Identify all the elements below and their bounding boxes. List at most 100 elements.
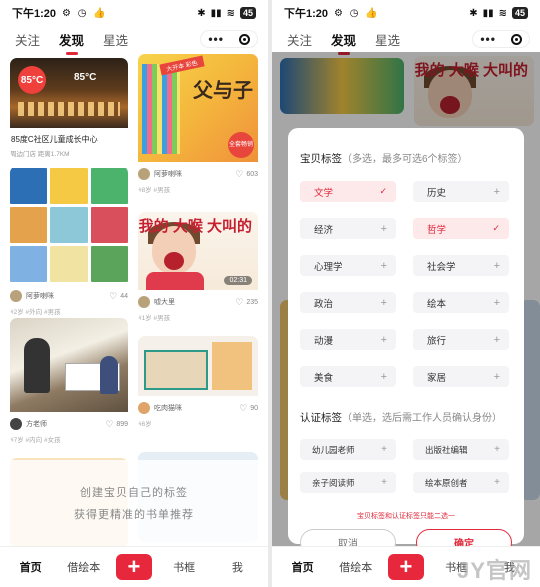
baby-tag-option[interactable]: 旅行 +: [413, 329, 509, 350]
plus-button[interactable]: +: [387, 554, 424, 580]
baby-tag-option[interactable]: 政治 +: [300, 292, 396, 313]
tabbar-home[interactable]: 首页: [282, 559, 324, 575]
avatar[interactable]: [138, 168, 150, 180]
miniapp-capsule: •••: [472, 30, 530, 48]
baby-tag-option[interactable]: 美食 +: [300, 366, 396, 387]
like-button[interactable]: ♡ 899: [105, 419, 128, 430]
post-meta: 方老师 ♡ 899: [10, 418, 128, 430]
battery-icon: 45: [239, 7, 256, 19]
plus-icon: +: [493, 370, 500, 383]
close-miniapp-icon[interactable]: [238, 33, 250, 45]
dad-book-card[interactable]: 大开本 彩色 父与子 全套畅销 阿萝喇咪 ♡ 603 #8岁 #男孩: [138, 54, 258, 194]
baby-tag-option[interactable]: 绘本 +: [413, 292, 509, 313]
tag-label: 家居: [427, 372, 447, 384]
tab-featured[interactable]: 星选: [103, 30, 128, 49]
book-title: 父与子: [193, 80, 253, 102]
baby-tags-heading: 宝贝标签（多选，最多可选6个标签）: [300, 153, 468, 165]
baby-tag-option[interactable]: 历史 +: [413, 181, 509, 202]
screenshot-root: 下午1:20 ⚙ ◷ 👍 ✱ ▮▮ ≋ 45 关注 发现 星选 ••• 85°C…: [0, 0, 540, 587]
like-count: 235: [246, 298, 258, 306]
cert-label: 出版社编辑: [425, 444, 468, 455]
tag-label: 旅行: [427, 335, 447, 347]
plus-icon: +: [381, 444, 387, 455]
more-icon[interactable]: •••: [480, 32, 496, 46]
post-user[interactable]: 嘘大里: [154, 297, 175, 307]
exclusive-warning: 宝贝标签和认证标签只能二选一: [357, 513, 455, 520]
heart-icon: ♡: [105, 418, 114, 429]
plus-button[interactable]: +: [115, 554, 152, 580]
tag-label: 社会学: [427, 261, 456, 273]
baby-tag-option[interactable]: 心理学 +: [300, 255, 396, 276]
post-user[interactable]: 阿萝喇咪: [26, 291, 54, 301]
tab-featured[interactable]: 星选: [375, 30, 400, 49]
like-button[interactable]: ♡ 44: [109, 291, 128, 302]
plus-icon: +: [493, 333, 500, 346]
like-button[interactable]: ♡ 235: [235, 297, 258, 308]
cert-tag-option[interactable]: 亲子阅读师 +: [300, 472, 396, 493]
status-time: 下午1:20: [12, 8, 57, 20]
avatar[interactable]: [138, 296, 150, 308]
baby-tag-option[interactable]: 动漫 +: [300, 329, 396, 350]
discover-screen: 下午1:20 ⚙ ◷ 👍 ✱ ▮▮ ≋ 45 关注 发现 星选 ••• 85°C…: [0, 0, 268, 587]
baby-tag-option[interactable]: 文学 ✓: [300, 181, 396, 202]
post-user[interactable]: 阿萝喇咪: [154, 169, 182, 179]
status-bar: 下午1:20 ⚙ ◷ 👍 ✱ ▮▮ ≋ 45: [272, 0, 540, 26]
books-post-card[interactable]: 阿萝喇咪 ♡ 44 #2岁 #外向 #男孩: [10, 166, 128, 316]
signal-icon: ▮▮: [482, 7, 494, 19]
tag-label: 历史: [427, 187, 447, 199]
check-icon: ✓: [492, 223, 500, 233]
store-logo: 85°C: [18, 66, 46, 94]
tabbar-me[interactable]: 我: [216, 559, 258, 575]
tab-follow[interactable]: 关注: [287, 30, 312, 49]
tab-discover[interactable]: 发现: [59, 30, 84, 55]
tag-label: 绘本: [427, 298, 447, 310]
tag-picker-dialog: 宝贝标签（多选，最多可选6个标签） 文学 ✓ 历史 + 经济 + 哲学 ✓ 心理学 + 社会学 + 政治…: [288, 128, 524, 556]
create-tag-promo[interactable]: 创建宝贝自己的标签 获得更精准的书单推荐: [0, 460, 268, 546]
tab-follow[interactable]: 关注: [15, 30, 40, 49]
more-icon[interactable]: •••: [208, 32, 224, 46]
promo-line-1: 创建宝贝自己的标签: [80, 487, 188, 499]
tabbar-shelf[interactable]: 书框: [163, 559, 205, 575]
avatar[interactable]: [138, 402, 150, 414]
store-distance: 周边门店 距离1.7KM: [10, 151, 70, 158]
tab-discover[interactable]: 发现: [331, 30, 356, 55]
bluetooth-icon: ✱: [197, 7, 206, 19]
tabbar-home[interactable]: 首页: [10, 559, 52, 575]
post-user[interactable]: 方老师: [26, 419, 47, 429]
baby-tag-grid: 文学 ✓ 历史 + 经济 + 哲学 ✓ 心理学 + 社会学 + 政治 + 绘本 + 动漫 + 旅行 + 美食 + 家居 +: [300, 181, 512, 387]
tag-label: 文学: [314, 187, 334, 199]
battery-icon: 45: [511, 7, 528, 19]
baby-tag-option[interactable]: 家居 +: [413, 366, 509, 387]
miniapp-capsule: •••: [200, 30, 258, 48]
post-user[interactable]: 吃肉猫咪: [154, 403, 182, 413]
post-meta: 阿萝喇咪 ♡ 603: [138, 168, 258, 180]
like-button[interactable]: ♡ 90: [239, 403, 258, 414]
like-count: 44: [120, 292, 128, 300]
baby-tag-option[interactable]: 社会学 +: [413, 255, 509, 276]
tag-label: 哲学: [427, 224, 447, 236]
post-tags: #7岁 #内向 #女孩: [10, 437, 61, 444]
plus-icon: +: [380, 333, 387, 346]
tabbar-borrow[interactable]: 借绘本: [335, 559, 377, 575]
close-miniapp-icon[interactable]: [510, 33, 522, 45]
cert-tag-option[interactable]: 幼儿园老师 +: [300, 439, 396, 460]
like-count: 603: [246, 170, 258, 178]
cert-label: 绘本原创者: [425, 477, 468, 488]
tag-label: 美食: [314, 372, 334, 384]
gift-book-card[interactable]: 吃肉猫咪 ♡ 90 #6岁: [138, 336, 258, 428]
store-card[interactable]: 85°C 85°C 85度C社区儿童成长中心 周边门店 距离1.7KM: [10, 58, 128, 158]
noise-book-card[interactable]: 我的 大喉 大叫的 02:31 嘘大里 ♡ 235 #1岁 #男孩: [138, 212, 258, 322]
cert-tag-option[interactable]: 出版社编辑 +: [413, 439, 509, 460]
baby-tag-option[interactable]: 经济 +: [300, 218, 396, 239]
avatar[interactable]: [10, 418, 22, 430]
avatar[interactable]: [10, 290, 22, 302]
tabbar-borrow[interactable]: 借绘本: [63, 559, 105, 575]
teacher-post-card[interactable]: 方老师 ♡ 899 #7岁 #内向 #女孩: [10, 318, 128, 444]
baby-tag-option[interactable]: 哲学 ✓: [413, 218, 509, 239]
cert-tag-option[interactable]: 绘本原创者 +: [413, 472, 509, 493]
tag-modal-screen: 下午1:20 ⚙ ◷ 👍 ✱ ▮▮ ≋ 45 关注 发现 星选 ••• 我的 大…: [272, 0, 540, 587]
plus-icon: +: [494, 444, 500, 455]
like-button[interactable]: ♡ 603: [235, 169, 258, 180]
bottom-tabbar: 首页 借绘本 + 书框 我: [0, 546, 268, 587]
cert-label: 亲子阅读师: [312, 477, 355, 488]
